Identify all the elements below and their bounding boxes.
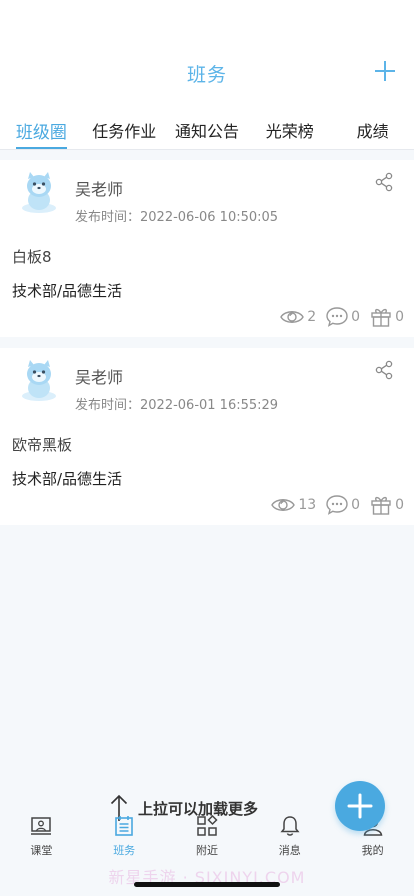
gift-icon [371, 308, 391, 327]
tab-honor-roll[interactable]: 光荣榜 [248, 104, 331, 149]
post-category: 技术部/品德生活 [12, 470, 123, 488]
eye-icon [280, 311, 305, 323]
classroom-icon [31, 817, 52, 835]
share-icon[interactable] [374, 360, 394, 380]
post-stats: 13 0 0 [261, 495, 404, 515]
app: 班务 班级圈 任务作业 通知公告 光荣榜 成绩 吴老师 发布时间：2022-06… [0, 0, 414, 896]
comments-stat[interactable]: 0 [326, 495, 360, 515]
tab-grades[interactable]: 成绩 [331, 104, 414, 149]
post-category: 技术部/品德生活 [12, 282, 123, 300]
nav-nearby-label: 附近 [195, 844, 218, 857]
post-card[interactable]: 吴老师 发布时间：2022-06-01 16:55:29 欧帝黑板 技术部/品德… [0, 348, 414, 525]
floating-add-button[interactable] [335, 781, 385, 831]
comments-count: 0 [351, 309, 361, 325]
post-feed: 吴老师 发布时间：2022-06-06 10:50:05 白板8 技术部/品德生… [0, 160, 414, 536]
post-time: 发布时间：2022-06-06 10:50:05 [75, 210, 279, 225]
class-affairs-icon [115, 816, 133, 836]
share-icon[interactable] [374, 172, 394, 192]
comments-stat[interactable]: 0 [326, 307, 360, 327]
nav-class-affairs-label: 班务 [113, 844, 136, 857]
tab-tasks[interactable]: 任务作业 [83, 104, 166, 149]
avatar [22, 172, 56, 213]
header: 班务 [0, 0, 414, 104]
bell-icon [280, 816, 300, 836]
tab-bar: 班级圈 任务作业 通知公告 光荣榜 成绩 [0, 104, 414, 150]
post-content: 白板8 [12, 248, 52, 266]
post-card[interactable]: 吴老师 发布时间：2022-06-06 10:50:05 白板8 技术部/品德生… [0, 160, 414, 337]
post-content: 欧帝黑板 [12, 436, 73, 454]
gifts-stat[interactable]: 0 [370, 307, 404, 327]
post-author: 吴老师 [75, 368, 124, 387]
tab-notices[interactable]: 通知公告 [166, 104, 249, 149]
views-stat[interactable]: 13 [271, 496, 316, 514]
gifts-stat[interactable]: 0 [370, 495, 404, 515]
views-count: 13 [298, 497, 317, 513]
gifts-count: 0 [395, 497, 404, 513]
gifts-count: 0 [395, 309, 404, 325]
page-title: 班务 [186, 64, 227, 86]
eye-icon [271, 499, 296, 511]
plus-icon [347, 793, 373, 819]
add-icon[interactable] [374, 60, 396, 82]
post-time: 发布时间：2022-06-01 16:55:29 [75, 398, 279, 413]
nav-profile-label: 我的 [361, 844, 384, 857]
nearby-icon [197, 815, 218, 836]
gift-icon [371, 496, 391, 515]
views-stat[interactable]: 2 [280, 308, 316, 326]
comments-count: 0 [351, 497, 361, 513]
post-author: 吴老师 [75, 180, 124, 199]
comment-icon [326, 307, 348, 327]
home-indicator[interactable] [134, 882, 280, 887]
nav-messages-label: 消息 [278, 844, 301, 857]
avatar [22, 360, 56, 401]
comment-icon [326, 495, 348, 515]
post-stats: 2 0 0 [270, 307, 404, 327]
nav-classroom-label: 课堂 [30, 844, 53, 857]
views-count: 2 [307, 309, 317, 325]
tab-class-circle[interactable]: 班级圈 [0, 104, 83, 149]
